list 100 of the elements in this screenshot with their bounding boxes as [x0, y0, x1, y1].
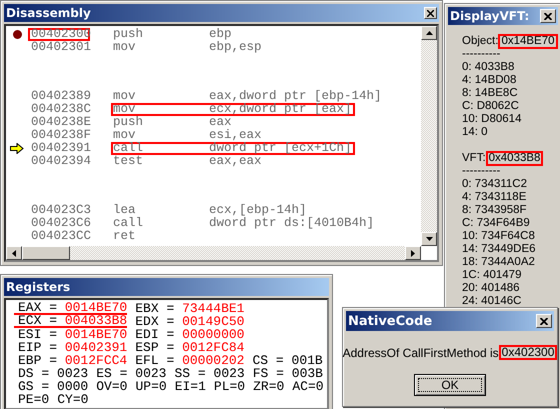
vft-entry: 10: 734F64C8	[462, 230, 536, 243]
flag-value: CY=0	[57, 393, 88, 406]
scroll-up-button[interactable]	[421, 26, 437, 40]
flag-value: EI=1	[174, 380, 206, 393]
register-name: CS =	[252, 353, 284, 368]
register-name: EFL =	[135, 353, 174, 368]
flag-value: UP=0	[135, 380, 167, 393]
window-title: DisplayVFT:	[450, 9, 530, 23]
method-address: 0x402300	[498, 345, 558, 360]
register-value: 00149C50	[182, 314, 244, 329]
vft-entry: 14: 73449DE6	[462, 243, 537, 256]
object-entry: 8: 14BE8C	[462, 87, 519, 100]
register-name: GS =	[18, 379, 50, 394]
close-button[interactable]	[536, 314, 552, 328]
close-button[interactable]	[424, 7, 437, 19]
window-title: NativeCode	[348, 314, 432, 328]
mnemonic: call	[113, 219, 144, 228]
register-value: 001B	[292, 353, 323, 368]
register-value: 003B	[292, 366, 323, 381]
address: 004023CC	[30, 230, 90, 243]
register-value: 0012FCC4	[64, 353, 128, 368]
flag-value: PE=0	[18, 393, 50, 406]
close-icon	[427, 10, 434, 16]
address: 0040238F	[30, 129, 90, 142]
mnemonic: mov	[113, 43, 137, 52]
operands: esi,eax	[209, 131, 262, 140]
vft-entry: 8: 7343958F	[462, 204, 528, 217]
close-icon	[540, 318, 548, 324]
register-name: EAX =	[18, 300, 58, 315]
register-value: 73444BE1	[182, 301, 244, 316]
message-text: AddressOf CallFirstMethod is	[342, 346, 499, 360]
register-value: 0023	[135, 366, 166, 381]
address: 00402301	[30, 41, 90, 54]
mnemonic: test	[113, 157, 144, 166]
register-name: EDX =	[135, 314, 174, 329]
object-entry: 0: 4033B8	[462, 61, 516, 74]
vft-entry: 24: 40146C	[462, 295, 522, 308]
flag-value: AC=0	[292, 380, 324, 393]
vft-entry: 0: 734311C2	[462, 178, 528, 191]
register-name: ESI =	[18, 327, 58, 342]
register-value: 00000202	[182, 353, 244, 368]
vft-entry: 20: 401486	[462, 282, 521, 295]
flag-value: ZR=0	[253, 380, 284, 393]
address: 00402394	[30, 155, 90, 168]
address: 0040238E	[30, 116, 90, 129]
scroll-left-button[interactable]	[6, 246, 22, 260]
address: 004023C6	[30, 217, 90, 230]
vft-entry: C: 734F64B9	[462, 217, 531, 230]
address: 004023C3	[30, 204, 90, 217]
register-value: 00402391	[64, 340, 128, 355]
register-name: EBX =	[135, 301, 174, 316]
separator-text: ----------	[462, 165, 502, 178]
vft-entry: 18: 7344A0A2	[462, 256, 536, 269]
mnemonic: mov	[113, 92, 137, 101]
operands: ecx,[ebp-14h]	[209, 206, 307, 215]
object-entry: 10: D80614	[462, 113, 522, 126]
register-value: 0014BE70	[64, 300, 128, 315]
vft-entry: 4: 7343118E	[462, 191, 528, 204]
operands: eax,dword ptr [ebp-14h]	[209, 92, 382, 101]
register-name: EDI =	[135, 327, 174, 342]
mnemonic: push	[113, 30, 144, 39]
operands: ebp	[209, 30, 232, 39]
up-arrow-icon	[426, 31, 432, 35]
register-value: 004033B8	[64, 313, 128, 328]
horizontal-scrollbar[interactable]	[6, 246, 421, 260]
left-arrow-icon	[12, 250, 16, 256]
register-value: 00000000	[182, 327, 244, 342]
vft-label: VFT:	[462, 152, 486, 165]
close-icon	[544, 12, 552, 20]
register-name: EBP =	[18, 353, 58, 368]
register-value: 0014BE70	[64, 327, 128, 342]
scroll-right-button[interactable]	[405, 246, 421, 260]
vft-entry: 1C: 401479	[462, 269, 522, 282]
operands: eax	[209, 118, 232, 127]
object-entry: 14: 0	[462, 126, 489, 139]
register-value: 0023	[214, 366, 245, 381]
mnemonic: mov	[113, 131, 137, 140]
operands: dword ptr [ecx+1Ch]	[209, 144, 352, 153]
mnemonic: ret	[113, 232, 137, 241]
register-name: ES =	[96, 366, 128, 381]
scroll-thumb[interactable]	[22, 246, 70, 260]
register-value: 0012FC84	[182, 340, 244, 355]
address: 0040238C	[30, 103, 90, 116]
mnemonic: mov	[113, 105, 137, 114]
object-label: Object:	[462, 35, 498, 48]
object-entry: 4: 14BD08	[462, 74, 518, 87]
window-title: Registers	[6, 280, 70, 294]
scroll-down-button[interactable]	[421, 232, 437, 246]
separator-text: ----------	[462, 48, 502, 61]
close-button[interactable]	[540, 9, 556, 23]
register-value: 0023	[57, 366, 88, 381]
ok-button[interactable]: OK	[414, 374, 486, 396]
address: 00402389	[30, 90, 90, 103]
register-name: FS =	[252, 366, 284, 381]
address: 00402391	[30, 142, 90, 155]
object-entry: C: D8062C	[462, 100, 520, 113]
vertical-scrollbar[interactable]	[421, 26, 437, 246]
mnemonic: lea	[113, 206, 137, 215]
right-arrow-icon	[411, 250, 415, 256]
window-title: Disassembly	[6, 6, 91, 20]
